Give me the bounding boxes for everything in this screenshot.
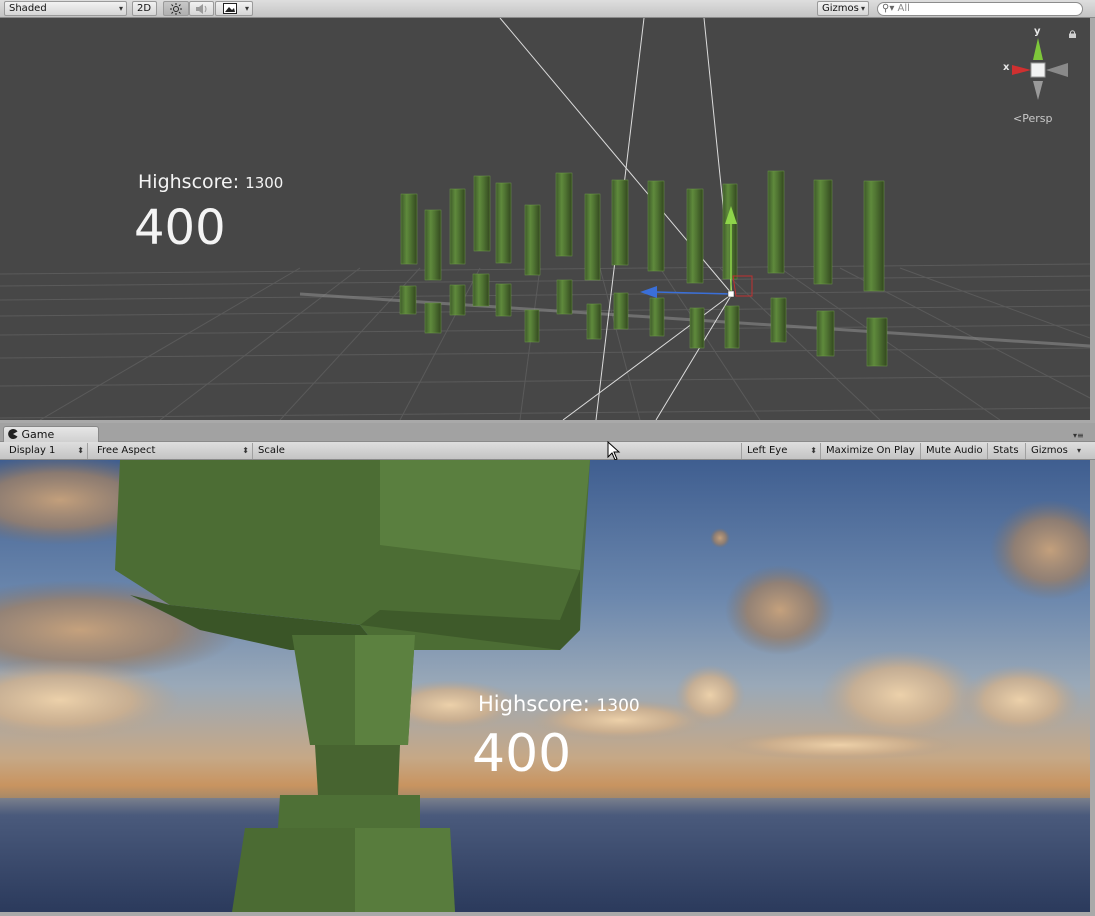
game-gizmos-dropdown[interactable]: Gizmos ▾ (1026, 443, 1084, 459)
scene-highscore-text: Highscore: 1300 (138, 171, 283, 193)
pacman-icon (8, 429, 18, 439)
audio-toggle-button[interactable] (189, 1, 214, 16)
draw-mode-dropdown[interactable]: Shaded ▾ (4, 1, 127, 16)
maximize-on-play-label: Maximize On Play (826, 445, 915, 456)
projection-toggle[interactable]: <Persp (1013, 112, 1052, 125)
search-icon: ⚲▾ (882, 3, 895, 14)
game-highscore-value: 1300 (596, 696, 640, 716)
gizmo-y-label: y (1034, 26, 1041, 37)
hierarchy-search-input[interactable]: ⚲▾ All (877, 2, 1083, 16)
sun-icon (170, 3, 182, 15)
game-highscore-label: Highscore: (478, 692, 590, 716)
aspect-dropdown[interactable]: Free Aspect ⬍ (92, 443, 253, 459)
pillars-back-row (400, 170, 885, 292)
game-gizmos-label: Gizmos (1031, 445, 1068, 456)
scale-label: Scale (258, 445, 285, 456)
stats-toggle[interactable]: Stats (988, 443, 1026, 459)
stats-label: Stats (993, 445, 1019, 456)
tab-game-label: Game (21, 428, 55, 441)
game-toolbar: Display 1 ⬍ Free Aspect ⬍ Scale 1x Left … (0, 442, 1095, 899)
2d-label: 2D (137, 3, 152, 14)
chevron-left-icon: < (1013, 112, 1023, 125)
gizmo-x-label: x (1003, 62, 1010, 73)
eye-dropdown[interactable]: Left Eye ⬍ (741, 443, 821, 459)
display-dropdown[interactable]: Display 1 ⬍ (4, 443, 88, 459)
maximize-on-play-toggle[interactable]: Maximize On Play (821, 443, 921, 459)
game-viewport-graphics (0, 460, 1090, 912)
projection-label: Persp (1022, 112, 1053, 125)
mute-audio-label: Mute Audio (926, 445, 983, 456)
scale-control: Scale (253, 443, 465, 459)
chevron-updown-icon: ⬍ (810, 446, 817, 455)
chevron-down-icon: ▾ (860, 4, 865, 13)
lighting-toggle-button[interactable] (163, 1, 189, 16)
scene-score-text: 400 (134, 200, 226, 256)
display-label: Display 1 (9, 445, 56, 456)
speaker-icon (195, 4, 206, 14)
aspect-label: Free Aspect (97, 445, 156, 456)
orientation-gizmo (1012, 38, 1068, 100)
effects-dropdown[interactable]: ▾ (215, 1, 253, 16)
mute-audio-toggle[interactable]: Mute Audio (921, 443, 988, 459)
game-score-text: 400 (472, 724, 572, 784)
scene-highscore-label: Highscore: (138, 171, 240, 193)
chevron-down-icon: ▾ (1076, 446, 1081, 455)
game-tab-strip: Game ▾≡ (0, 423, 1095, 442)
tab-game[interactable]: Game (3, 426, 99, 442)
game-view[interactable]: Highscore: 1300 400 (0, 460, 1090, 912)
chevron-updown-icon: ⬍ (242, 446, 249, 455)
scene-view[interactable]: y x <Persp Highscore: 1300 400 (0, 18, 1090, 420)
scene-toolbar: Shaded ▾ 2D ▾ Gizmos ▾ ⚲▾ All (0, 0, 1095, 18)
chevron-down-icon: ▾ (244, 4, 249, 13)
chevron-updown-icon: ⬍ (77, 446, 84, 455)
sea-surface (0, 798, 1090, 912)
scene-grid (0, 263, 1090, 420)
gizmos-label: Gizmos (822, 3, 859, 14)
2d-toggle-button[interactable]: 2D (132, 1, 157, 16)
chevron-down-icon: ▾ (118, 4, 123, 13)
lock-icon[interactable] (1068, 30, 1077, 38)
scene-highscore-value: 1300 (245, 174, 284, 192)
search-placeholder: All (897, 3, 910, 14)
scene-gizmos-dropdown[interactable]: Gizmos ▾ (817, 1, 869, 16)
mouse-cursor-icon (607, 441, 621, 461)
image-icon (223, 3, 237, 14)
eye-label: Left Eye (747, 445, 788, 456)
tab-menu-icon[interactable]: ▾≡ (1073, 431, 1084, 440)
draw-mode-label: Shaded (9, 3, 47, 14)
game-highscore-text: Highscore: 1300 (478, 692, 640, 716)
